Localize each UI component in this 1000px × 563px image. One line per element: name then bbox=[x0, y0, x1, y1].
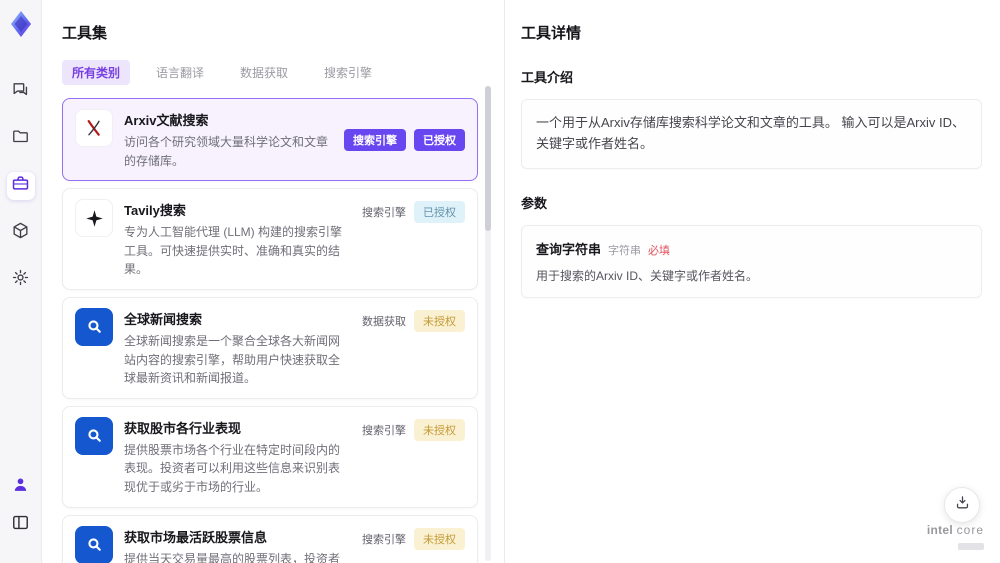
intro-box: 一个用于从Arxiv存储库搜索科学论文和文章的工具。 输入可以是Arxiv ID… bbox=[521, 99, 982, 169]
chat-icon bbox=[11, 80, 30, 104]
download-button[interactable] bbox=[944, 487, 980, 523]
tool-title: 全球新闻搜索 bbox=[124, 311, 203, 327]
category-tab[interactable]: 数据获取 bbox=[230, 60, 298, 85]
detail-title: 工具详情 bbox=[521, 25, 582, 42]
auth-status-badge: 已授权 bbox=[414, 128, 465, 151]
auth-status-badge: 已授权 bbox=[414, 201, 465, 224]
param-box: 查询字符串 字符串 必填 用于搜索的Arxiv ID、关键字或作者姓名。 bbox=[521, 224, 982, 298]
tool-card[interactable]: Arxiv文献搜索 访问各个研究领域大量科学论文和文章的存储库。 搜索引擎 已授… bbox=[62, 98, 478, 182]
folder-icon bbox=[11, 127, 30, 151]
app-window: 工具集 所有类别 语言翻译 数据获取 搜索引擎 Arxiv文献搜索 访问各个研究… bbox=[0, 0, 1000, 563]
tavily-star-icon bbox=[84, 208, 105, 229]
app-logo-icon bbox=[7, 10, 35, 38]
sidebar-item-models[interactable] bbox=[7, 219, 35, 247]
panel-toggle-icon bbox=[11, 513, 30, 537]
sidebar-item-chat[interactable] bbox=[7, 78, 35, 106]
tool-title: 获取市场最活跃股票信息 bbox=[124, 529, 268, 545]
category-badge: 搜索引擎 bbox=[362, 424, 406, 437]
tool-description: 提供股票市场各个行业在特定时间段内的表现。投资者可以利用这些信息来识别表现优于或… bbox=[124, 442, 341, 494]
tool-detail-panel: 工具详情 工具介绍 一个用于从Arxiv存储库搜索科学论文和文章的工具。 输入可… bbox=[505, 0, 1000, 563]
params-heading: 参数 bbox=[521, 195, 548, 211]
sidebar-item-files[interactable] bbox=[7, 125, 35, 153]
intro-text: 一个用于从Arxiv存储库搜索科学论文和文章的工具。 输入可以是Arxiv ID… bbox=[536, 115, 966, 151]
user-icon bbox=[11, 475, 30, 499]
sidebar-item-toolbox[interactable] bbox=[6, 172, 35, 200]
sidebar-item-settings[interactable] bbox=[7, 266, 35, 294]
category-tab[interactable]: 语言翻译 bbox=[146, 60, 214, 85]
tool-title: 获取股市各行业表现 bbox=[124, 420, 242, 436]
tool-title: Arxiv文献搜索 bbox=[124, 113, 209, 128]
search-app-icon bbox=[84, 534, 105, 555]
param-type: 字符串 bbox=[608, 244, 642, 257]
search-app-icon bbox=[84, 425, 105, 446]
tool-icon-tile bbox=[75, 109, 113, 147]
category-tabs: 所有类别 语言翻译 数据获取 搜索引擎 bbox=[62, 60, 478, 85]
category-badge: 搜索引擎 bbox=[362, 207, 406, 220]
intel-core-badge: intel core bbox=[927, 523, 984, 555]
scrollbar-thumb[interactable] bbox=[485, 86, 491, 231]
tool-description: 专为人工智能代理 (LLM) 构建的搜索引擎工具。可快速提供实时、准确和真实的结… bbox=[124, 225, 343, 277]
auth-status-badge: 未授权 bbox=[414, 418, 465, 441]
tool-card[interactable]: 获取市场最活跃股票信息 提供当天交易量最高的股票列表，投资者可以利用这些信息来识… bbox=[62, 514, 478, 563]
category-tab[interactable]: 搜索引擎 bbox=[314, 60, 382, 85]
intro-heading: 工具介绍 bbox=[521, 70, 574, 85]
tool-icon-tile bbox=[75, 307, 113, 346]
core-logo-text: core bbox=[956, 523, 984, 537]
tool-icon-tile bbox=[75, 199, 113, 238]
tool-list: Arxiv文献搜索 访问各个研究领域大量科学论文和文章的存储库。 搜索引擎 已授… bbox=[62, 98, 478, 563]
toolbox-icon bbox=[11, 174, 30, 198]
icon-rail bbox=[0, 0, 42, 563]
category-tab[interactable]: 所有类别 bbox=[62, 60, 131, 85]
search-app-icon bbox=[84, 316, 105, 337]
category-badge: 搜索引擎 bbox=[362, 533, 406, 546]
list-scrollbar[interactable] bbox=[485, 86, 491, 561]
param-description: 用于搜索的Arxiv ID、关键字或作者姓名。 bbox=[536, 268, 759, 283]
tool-card[interactable]: Tavily搜索 专为人工智能代理 (LLM) 构建的搜索引擎工具。可快速提供实… bbox=[62, 188, 478, 290]
tool-description: 提供当天交易量最高的股票列表，投资者可以利用这些信息来识别流动性强的股票和潜在的… bbox=[124, 551, 341, 563]
auth-status-badge: 未授权 bbox=[414, 527, 465, 550]
param-required-flag: 必填 bbox=[648, 244, 671, 257]
download-icon bbox=[954, 494, 971, 516]
tools-panel: 工具集 所有类别 语言翻译 数据获取 搜索引擎 Arxiv文献搜索 访问各个研究… bbox=[42, 0, 505, 563]
category-badge: 搜索引擎 bbox=[344, 128, 406, 151]
tool-description: 全球新闻搜索是一个聚合全球各大新闻网站内容的搜索引擎，帮助用户快速获取全球最新资… bbox=[124, 333, 341, 386]
tool-card[interactable]: 全球新闻搜索 全球新闻搜索是一个聚合全球各大新闻网站内容的搜索引擎，帮助用户快速… bbox=[62, 296, 478, 399]
intel-sub-badge bbox=[958, 543, 984, 550]
auth-status-badge: 未授权 bbox=[414, 309, 465, 332]
tool-description: 访问各个研究领域大量科学论文和文章的存储库。 bbox=[124, 135, 329, 168]
tool-icon-tile bbox=[75, 525, 113, 563]
page-title: 工具集 bbox=[62, 25, 108, 42]
arxiv-logo-icon bbox=[83, 117, 105, 139]
intel-logo-text: intel bbox=[926, 523, 954, 537]
param-name: 查询字符串 bbox=[536, 241, 602, 257]
tool-card[interactable]: 获取股市各行业表现 提供股票市场各个行业在特定时间段内的表现。投资者可以利用这些… bbox=[62, 405, 478, 508]
sidebar-item-collapse[interactable] bbox=[7, 511, 35, 539]
category-badge: 数据获取 bbox=[362, 315, 406, 328]
gear-icon bbox=[11, 268, 30, 292]
cube-icon bbox=[11, 221, 30, 245]
tool-title: Tavily搜索 bbox=[124, 203, 186, 219]
sidebar-item-account[interactable] bbox=[7, 473, 35, 501]
tool-icon-tile bbox=[75, 416, 113, 455]
